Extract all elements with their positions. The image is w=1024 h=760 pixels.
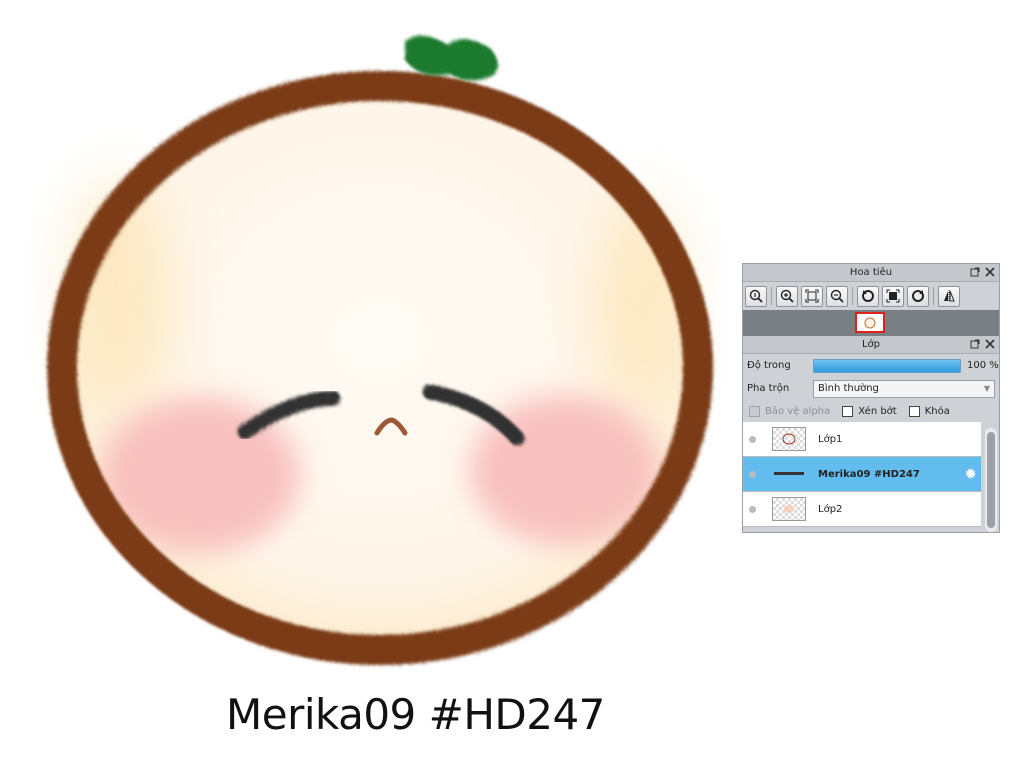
rotate-right-icon[interactable] [907, 285, 929, 307]
opacity-slider[interactable] [813, 358, 961, 373]
opacity-row: Độ trong 100 % [743, 354, 999, 377]
protect-alpha-label: Bảo vệ alpha [765, 405, 831, 417]
clipping-checkbox[interactable]: Xén bớt [842, 405, 897, 417]
navigator-title: Hoa tiêu [849, 267, 893, 278]
layer-titlebar: Lớp [743, 336, 999, 354]
flip-horizontal-icon[interactable] [938, 285, 960, 307]
opacity-label: Độ trong [747, 360, 791, 371]
layer-thumbnail [772, 497, 806, 521]
reset-view-icon[interactable] [882, 285, 904, 307]
navigator-thumbnail[interactable] [855, 312, 885, 333]
checkbox-box[interactable] [908, 405, 920, 417]
chevron-down-icon: ▼ [983, 384, 990, 393]
blend-row: Pha trộn Bình thường ▼ [743, 377, 999, 400]
lock-checkbox[interactable]: Khóa [908, 405, 950, 417]
visibility-icon[interactable] [743, 505, 761, 513]
caption-text: Merika09 #HD247 [226, 690, 605, 739]
actual-size-icon[interactable] [745, 285, 767, 307]
zoom-in-icon[interactable] [776, 285, 798, 307]
layer-row-lop1[interactable]: Lớp1 [743, 422, 981, 457]
protect-alpha-checkbox[interactable]: Bảo vệ alpha [749, 405, 831, 417]
popout-icon[interactable] [969, 266, 981, 278]
navigator-toolbar [743, 282, 999, 310]
layer-list: Lớp1 Merika09 #HD247 ✹ Lớp2 [743, 422, 999, 532]
lock-label: Khóa [924, 405, 950, 417]
text-layer-thumbnail [772, 462, 806, 486]
gear-icon[interactable]: ✹ [964, 467, 977, 482]
checkbox-box[interactable] [749, 405, 760, 417]
scrollbar-thumb[interactable] [987, 432, 995, 528]
popout-icon[interactable] [969, 338, 981, 350]
zoom-out-icon[interactable] [826, 285, 848, 307]
canvas-artwork [47, 35, 713, 665]
close-icon[interactable] [984, 338, 996, 350]
blend-mode-select[interactable]: Bình thường ▼ [813, 379, 995, 398]
layer-panel-title: Lớp [861, 339, 881, 350]
layer-row-lop2[interactable]: Lớp2 [743, 492, 981, 527]
blend-label: Pha trộn [747, 383, 790, 394]
navigator-layer-panel: Hoa tiêu Lớp Độ trong 100 % Pha trộn Bìn… [742, 263, 1000, 533]
blend-mode-value: Bình thường [818, 383, 879, 394]
layer-row-merika09[interactable]: Merika09 #HD247 ✹ [743, 457, 981, 492]
layer-name: Lớp1 [818, 433, 843, 445]
layer-name: Lớp2 [818, 503, 843, 515]
navigator-titlebar: Hoa tiêu [743, 264, 999, 282]
close-icon[interactable] [984, 266, 996, 278]
visibility-icon[interactable] [743, 470, 761, 478]
navigator-preview[interactable] [743, 310, 999, 336]
visibility-icon[interactable] [743, 435, 761, 443]
checkbox-box[interactable] [842, 405, 854, 417]
clipping-label: Xén bớt [858, 405, 897, 417]
rotate-left-icon[interactable] [857, 285, 879, 307]
layer-options-row: Bảo vệ alpha Xén bớt Khóa [743, 400, 999, 422]
layer-thumbnail [772, 427, 806, 451]
layer-scrollbar[interactable] [985, 428, 997, 532]
layer-name: Merika09 #HD247 [818, 468, 920, 480]
opacity-value: 100 % [967, 360, 999, 371]
fit-screen-icon[interactable] [801, 285, 823, 307]
